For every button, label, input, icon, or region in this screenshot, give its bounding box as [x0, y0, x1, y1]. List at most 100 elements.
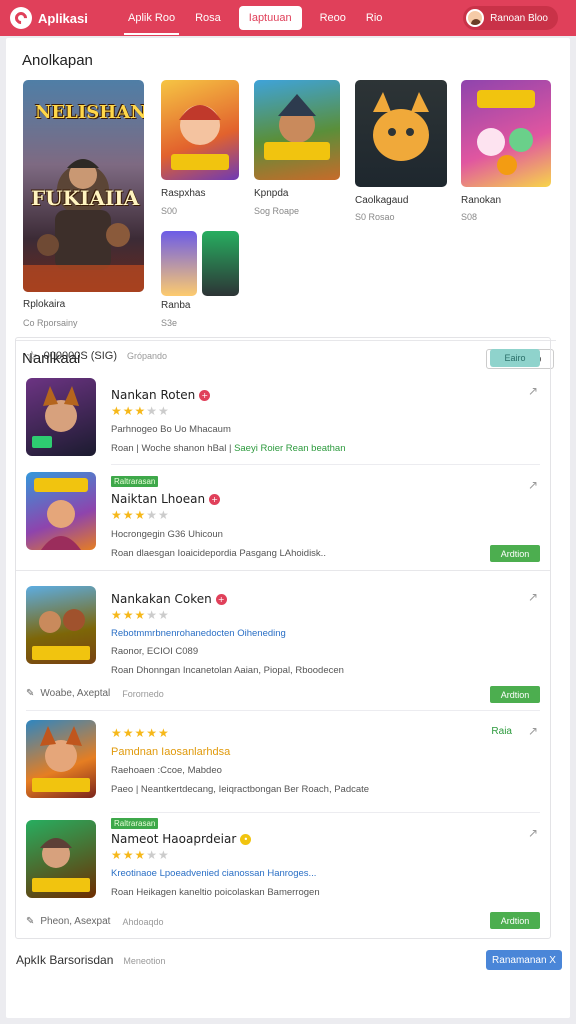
app-art: [34, 478, 88, 550]
game-meta-3: S0 Rosao: [355, 212, 395, 222]
app-subtitle: Kreotinaoe Lpoeadvenied cianossan Hanrog…: [111, 868, 317, 879]
game-cover-5a[interactable]: [161, 231, 197, 296]
share-arrow-icon[interactable]: ↗: [528, 724, 538, 738]
app-icon: [26, 720, 96, 798]
rating-stars: ★★★★★: [111, 848, 170, 862]
featured-title: Anolkapan: [22, 52, 93, 69]
app-icon: [26, 586, 96, 664]
status-tag: Raia: [491, 726, 512, 737]
share-arrow-icon[interactable]: ↗: [528, 590, 538, 604]
game-name-1[interactable]: Raspxhas: [161, 188, 205, 199]
app-subtitle: Rebotmmrbnenrohanedocten Oiheneding: [111, 628, 286, 639]
featured-art-title: NELISHAN: [35, 102, 144, 123]
row-divider: [26, 710, 540, 711]
user-menu[interactable]: Ranoan Bloo: [463, 6, 558, 30]
list-item[interactable]: Raltrarasan Nameot Haoaprdeiar • ★★★★★ Kr…: [16, 818, 550, 938]
game-name-2[interactable]: Kpnpda: [254, 188, 288, 199]
app-description: Roan Heikagen kaneltio poicolaskan Bamer…: [111, 887, 320, 898]
category-tag: Raltrarasan: [111, 818, 159, 829]
game-cover-4[interactable]: [461, 80, 551, 187]
game-cover-5b[interactable]: [202, 231, 239, 296]
star-outline-icon[interactable]: ☆: [26, 348, 38, 364]
game-meta-2: Sog Roape: [254, 206, 300, 216]
featured-game-meta: Co Rporsainy: [23, 318, 78, 328]
game-cover-2[interactable]: [254, 80, 340, 180]
share-arrow-icon[interactable]: ↗: [528, 384, 538, 398]
app-subtitle: Hocrongegin G36 Uhicoun: [111, 529, 223, 540]
app-icon: [26, 378, 96, 456]
bottom-action-button[interactable]: Ranamanan X: [486, 950, 562, 970]
app-art: [32, 609, 90, 660]
game-cover-1[interactable]: [161, 80, 239, 180]
nav-tab-5[interactable]: Rio: [356, 3, 393, 33]
badge-icon: •: [240, 834, 252, 845]
badge-icon: +: [199, 390, 211, 401]
rating-stars: ★★★★★: [111, 508, 170, 522]
app-title: Nameot Haoaprdeiar •: [111, 832, 252, 846]
game-name-3[interactable]: Caolkagaud: [355, 195, 408, 206]
row-divider: [111, 812, 540, 813]
share-arrow-icon[interactable]: ↗: [528, 826, 538, 840]
app-title: Naiktan Lhoean +: [111, 492, 221, 506]
game-art-3: [373, 92, 429, 161]
app-subtitle: Raehoaen :Ccoe, Mabdeo: [111, 765, 222, 776]
game-name-5[interactable]: Ranba: [161, 300, 190, 311]
app-info: Raonor, ECIOI C089: [111, 646, 199, 657]
action-button[interactable]: Ardtion: [490, 545, 540, 562]
app-description: Paeo | Neantkertdecang, Ieiqractbongan B…: [111, 784, 370, 795]
list-header-button[interactable]: Eairo: [490, 349, 540, 367]
app-logo-icon[interactable]: [10, 7, 32, 29]
action-button[interactable]: Ardtion: [490, 912, 540, 929]
game-art-2: [264, 94, 330, 160]
game-cover-3[interactable]: [355, 80, 447, 187]
nav-tab-1[interactable]: Aplik Roo: [118, 3, 185, 35]
nav-tab-4[interactable]: Reoo: [310, 3, 356, 33]
game-art-4: [477, 90, 535, 175]
action-button[interactable]: Ardtion: [490, 686, 540, 703]
app-title: Nankakan Coken +: [111, 592, 227, 606]
nav-tab-2[interactable]: Rosa: [185, 3, 231, 33]
category-tag: Raltrarasan: [111, 476, 159, 487]
game-meta-5: S3e: [161, 318, 178, 328]
list-header: ☆ 000000S (SIG) Grópando: [26, 348, 167, 364]
list-header-text: 000000S (SIG): [43, 350, 118, 362]
list-item[interactable]: Nankan Roten + ★★★★★ Parhnogeo Bo Uo Mhac…: [16, 376, 550, 468]
featured-game-cover-large[interactable]: NELISHAN FUKIAIIA: [23, 80, 144, 292]
game-art-1: [171, 105, 229, 170]
group-divider: [16, 570, 550, 571]
list-item[interactable]: Nankakan Coken + ★★★★★ Rebotmmrbnenrohane…: [16, 584, 550, 706]
bottom-section-title: ApkIk Barsorisdan Meneotion: [16, 953, 166, 967]
list-item[interactable]: Raltrarasan Naiktan Lhoean + ★★★★★ Hocron…: [16, 470, 550, 570]
rating-stars: ★★★★★: [111, 608, 170, 622]
row-divider: [111, 464, 540, 465]
app-title: Pamdnan Iaosanlarhdsa: [111, 746, 231, 758]
app-art: [32, 726, 90, 792]
avatar: [466, 9, 485, 27]
app-title: Nankan Roten +: [111, 388, 211, 402]
brand-name[interactable]: Aplikasi: [38, 11, 118, 26]
app-icon: [26, 820, 96, 898]
badge-icon: +: [215, 594, 227, 605]
game-meta-1: S00: [161, 206, 178, 216]
user-name: Ranoan Bloo: [490, 12, 548, 24]
app-art: [32, 838, 90, 892]
edit-icon[interactable]: ✎: [26, 916, 34, 927]
featured-art-subtitle: FUKIAIIA: [31, 186, 140, 210]
app-description: Roan dlaesgan Ioaicidepordia Pasgang LAh…: [111, 548, 326, 559]
row-footer: ✎ Woabe, Axeptal Forornedo: [26, 688, 164, 699]
list-header-sub: Grópando: [127, 351, 168, 361]
nav-tab-3[interactable]: Iaptuuan: [238, 6, 302, 30]
rating-stars: ★★★★★: [111, 726, 170, 740]
featured-game-name[interactable]: Rplokaira: [23, 299, 65, 310]
top-bar: Aplikasi Aplik Roo Rosa Iaptuuan Reoo Ri…: [0, 0, 576, 36]
app-subtitle: Parhnogeo Bo Uo Mhacaum: [111, 424, 231, 435]
rating-stars: ★★★★★: [111, 404, 170, 418]
main-nav: Aplik Roo Rosa Iaptuuan Reoo Rio: [118, 3, 393, 35]
app-description: Roan Dhonngan Incanetolan Aaian, Piopal,…: [111, 665, 344, 676]
game-meta-4: S08: [461, 212, 478, 222]
share-arrow-icon[interactable]: ↗: [528, 478, 538, 492]
edit-icon[interactable]: ✎: [26, 688, 34, 699]
app-icon: [26, 472, 96, 550]
game-name-4[interactable]: Ranokan: [461, 195, 501, 206]
list-item[interactable]: ★★★★★ Pamdnan Iaosanlarhdsa Raehoaen :Cc…: [16, 718, 550, 812]
